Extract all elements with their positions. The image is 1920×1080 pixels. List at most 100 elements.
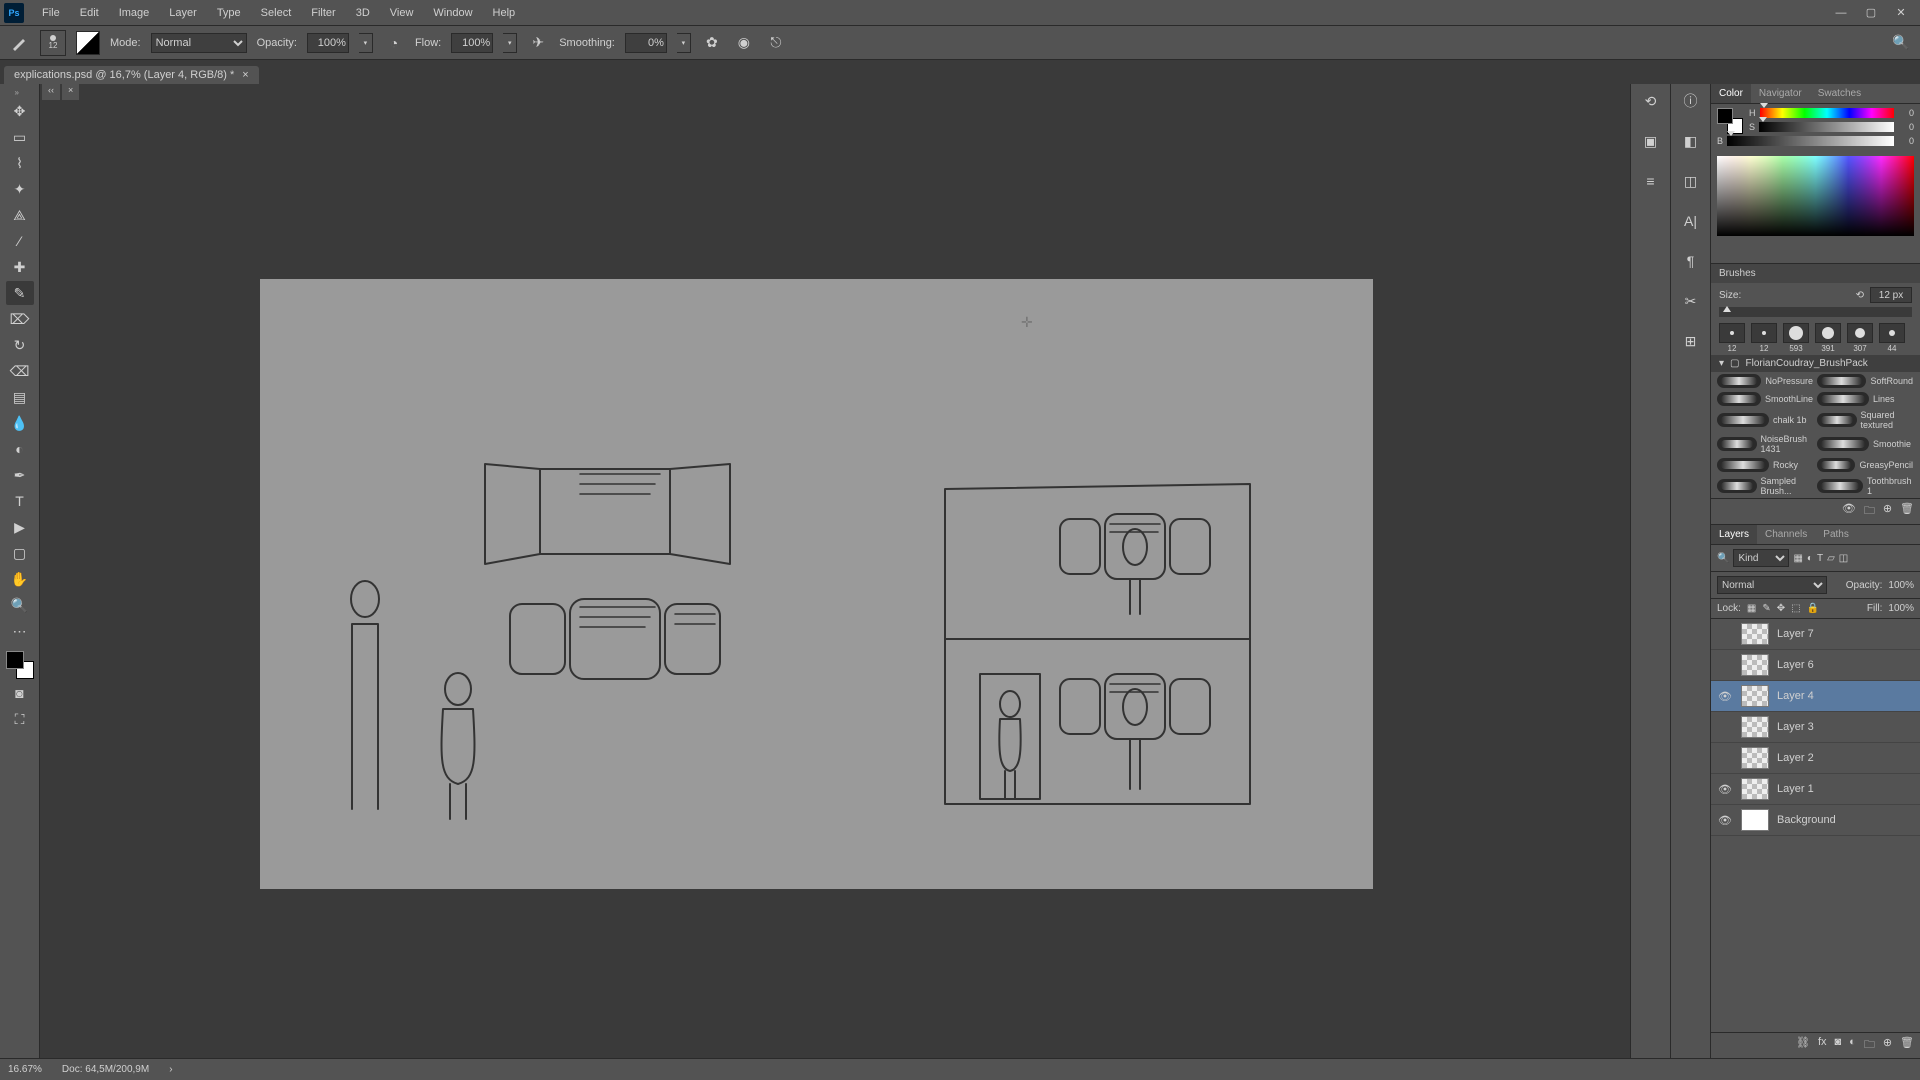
color-swatches[interactable]: [6, 651, 34, 679]
symmetry-icon[interactable]: ⎋: [765, 32, 787, 54]
layer-filter-icon[interactable]: 🔍: [1717, 553, 1729, 564]
dodge-tool[interactable]: ◐: [6, 437, 34, 461]
blur-tool[interactable]: 💧: [6, 411, 34, 435]
brush-item[interactable]: GreasyPencil: [1817, 458, 1913, 472]
tool-presets-icon[interactable]: ✂: [1678, 288, 1704, 314]
clone-source-icon[interactable]: ⊞: [1678, 328, 1704, 354]
tab-channels[interactable]: Channels: [1757, 525, 1815, 544]
color-slider-b[interactable]: [1727, 136, 1894, 146]
brush-thumb[interactable]: 593: [1781, 323, 1811, 353]
layer-row[interactable]: 👁 Layer 4: [1711, 681, 1920, 712]
gradient-tool[interactable]: ▤: [6, 385, 34, 409]
canvas-viewport[interactable]: ‹‹×: [40, 84, 1630, 1058]
filter-type-icon[interactable]: T: [1817, 553, 1823, 564]
flow-dropdown[interactable]: ▾: [503, 33, 517, 53]
new-group-icon[interactable]: 🗀: [1864, 1036, 1875, 1055]
menu-3d[interactable]: 3D: [346, 3, 380, 23]
document-tab[interactable]: explications.psd @ 16,7% (Layer 4, RGB/8…: [4, 66, 259, 84]
tab-color[interactable]: Color: [1711, 84, 1751, 103]
pressure-size-icon[interactable]: ◉: [733, 32, 755, 54]
lasso-tool[interactable]: ⌇: [6, 151, 34, 175]
blend-mode-select[interactable]: Normal: [151, 33, 247, 53]
layer-filter-select[interactable]: Kind: [1733, 549, 1789, 567]
status-arrow-icon[interactable]: ›: [169, 1064, 172, 1075]
new-brush-icon[interactable]: ⊕: [1883, 502, 1892, 521]
ruler-close[interactable]: ×: [62, 84, 79, 100]
brush-item[interactable]: NoPressure: [1717, 374, 1813, 388]
edit-toolbar[interactable]: ⋯: [6, 619, 34, 643]
styles-panel-icon[interactable]: ◫: [1678, 168, 1704, 194]
delete-brush-icon[interactable]: 🗑: [1900, 502, 1914, 521]
brush-item[interactable]: NoiseBrush 1431: [1717, 434, 1813, 454]
filter-smart-icon[interactable]: ◫: [1839, 553, 1848, 564]
brush-thumb[interactable]: 307: [1845, 323, 1875, 353]
brush-item[interactable]: Smoothie: [1817, 434, 1913, 454]
lock-artboard-icon[interactable]: ⬚: [1791, 603, 1800, 614]
quick-mask-tool[interactable]: ◙: [6, 681, 34, 705]
layer-row[interactable]: 👁 Background: [1711, 805, 1920, 836]
menu-edit[interactable]: Edit: [70, 3, 109, 23]
doc-size[interactable]: Doc: 64,5M/200,9M: [62, 1064, 149, 1075]
tab-navigator[interactable]: Navigator: [1751, 84, 1810, 103]
brush-size-input[interactable]: [1870, 287, 1912, 303]
menu-help[interactable]: Help: [483, 3, 526, 23]
brush-preset-picker[interactable]: 12: [40, 30, 66, 56]
layer-row[interactable]: 👁 Layer 1: [1711, 774, 1920, 805]
fill-value[interactable]: 100%: [1888, 603, 1914, 614]
brush-folder[interactable]: ▾ ▢ FlorianCoudray_BrushPack: [1711, 355, 1920, 372]
reset-size-icon[interactable]: ⟲: [1856, 290, 1864, 301]
hand-tool[interactable]: ✋: [6, 567, 34, 591]
brush-item[interactable]: Lines: [1817, 392, 1913, 406]
opacity-input[interactable]: [307, 33, 349, 53]
history-panel-icon[interactable]: ⟲: [1638, 88, 1664, 114]
visibility-toggle[interactable]: 👁: [1717, 690, 1733, 703]
window-maximize-button[interactable]: ▢: [1856, 2, 1886, 23]
layer-opacity-value[interactable]: 100%: [1888, 580, 1914, 591]
window-minimize-button[interactable]: —: [1826, 3, 1856, 23]
path-selection-tool[interactable]: ▶: [6, 515, 34, 539]
brush-item[interactable]: chalk 1b: [1717, 410, 1813, 430]
tab-paths[interactable]: Paths: [1815, 525, 1857, 544]
eraser-tool[interactable]: ⌫: [6, 359, 34, 383]
layer-thumbnail[interactable]: [1741, 623, 1769, 645]
pressure-opacity-icon[interactable]: ◔: [383, 32, 405, 54]
move-tool[interactable]: ✥: [6, 99, 34, 123]
filter-shape-icon[interactable]: ▱: [1827, 553, 1835, 564]
brush-panel-toggle[interactable]: [76, 31, 100, 55]
layer-row[interactable]: Layer 2: [1711, 743, 1920, 774]
smoothing-options-icon[interactable]: ✿: [701, 32, 723, 54]
visibility-toggle[interactable]: 👁: [1717, 814, 1733, 827]
menu-image[interactable]: Image: [109, 3, 160, 23]
healing-brush-tool[interactable]: ✚: [6, 255, 34, 279]
delete-layer-icon[interactable]: 🗑: [1900, 1036, 1914, 1055]
crop-tool[interactable]: ⟁: [6, 203, 34, 227]
layer-thumbnail[interactable]: [1741, 747, 1769, 769]
menu-file[interactable]: File: [32, 3, 70, 23]
color-spectrum[interactable]: [1717, 156, 1914, 236]
brush-tool[interactable]: ✎: [6, 281, 34, 305]
brush-item[interactable]: SoftRound: [1817, 374, 1913, 388]
adjustments-panel-icon[interactable]: ◧: [1678, 128, 1704, 154]
lock-transparency-icon[interactable]: ▦: [1747, 603, 1756, 614]
brush-item[interactable]: Toothbrush 1: [1817, 476, 1913, 496]
visibility-toggle[interactable]: 👁: [1717, 783, 1733, 796]
zoom-level[interactable]: 16.67%: [8, 1064, 42, 1075]
opacity-dropdown[interactable]: ▾: [359, 33, 373, 53]
airbrush-icon[interactable]: ✈: [527, 32, 549, 54]
smoothing-input[interactable]: [625, 33, 667, 53]
brush-visibility-icon[interactable]: 👁: [1842, 502, 1856, 521]
close-icon[interactable]: ×: [242, 69, 248, 81]
layer-thumbnail[interactable]: [1741, 685, 1769, 707]
brush-item[interactable]: SmoothLine: [1717, 392, 1813, 406]
layer-style-icon[interactable]: fx: [1818, 1036, 1827, 1055]
brush-thumb[interactable]: 12: [1717, 323, 1747, 353]
smoothing-dropdown[interactable]: ▾: [677, 33, 691, 53]
type-tool[interactable]: T: [6, 489, 34, 513]
new-layer-icon[interactable]: ⊕: [1883, 1036, 1892, 1055]
filter-adjustment-icon[interactable]: ◐: [1807, 553, 1813, 564]
layer-row[interactable]: Layer 7: [1711, 619, 1920, 650]
character-panel-icon[interactable]: A|: [1678, 208, 1704, 234]
tab-layers[interactable]: Layers: [1711, 525, 1757, 544]
layer-row[interactable]: Layer 3: [1711, 712, 1920, 743]
layer-thumbnail[interactable]: [1741, 654, 1769, 676]
